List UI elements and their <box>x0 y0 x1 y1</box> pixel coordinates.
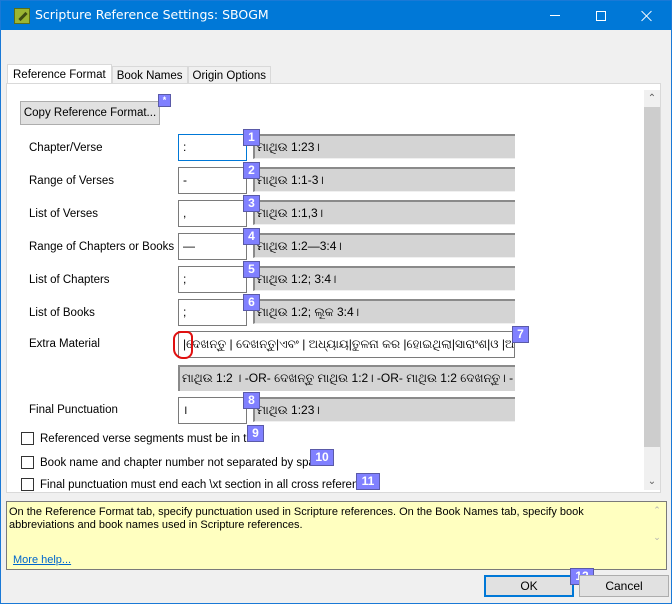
list-of-verses-label: List of Verses <box>29 208 99 220</box>
help-scrollbar[interactable]: ⌃ ⌄ <box>649 504 665 550</box>
annotation-badge: 7 <box>512 326 529 343</box>
list-of-chapters-label: List of Chapters <box>29 274 110 286</box>
close-button[interactable] <box>624 1 670 30</box>
maximize-icon <box>596 10 606 21</box>
window-title: Scripture Reference Settings: SBOGM <box>35 7 269 22</box>
no-space-checkbox-row[interactable]: Book name and chapter number not separat… <box>21 456 327 469</box>
copy-reference-format-button[interactable]: Copy Reference Format... <box>20 101 160 125</box>
annotation-badge: 6 <box>243 294 260 311</box>
annotation-badge: 2 <box>243 162 260 179</box>
final-punct-xt-checkbox[interactable] <box>21 478 34 491</box>
chapter-verse-preview: ମାଥିଉ 1:23। <box>253 134 515 159</box>
verse-segments-label: Referenced verse segments must be in tex… <box>40 432 262 445</box>
chapter-verse-label: Chapter/Verse <box>29 142 103 154</box>
title-bar: Scripture Reference Settings: SBOGM <box>1 1 671 30</box>
scroll-down-icon[interactable]: ⌄ <box>644 473 660 490</box>
list-of-verses-input[interactable]: , <box>178 200 247 227</box>
final-punctuation-label: Final Punctuation <box>29 404 118 416</box>
scroll-up-icon[interactable]: ⌃ <box>649 504 665 517</box>
range-of-verses-preview: ମାଥିଉ 1:1-3। <box>253 167 515 192</box>
final-punct-xt-label: Final punctuation must end each \xt sect… <box>40 478 377 491</box>
annotation-badge: 3 <box>243 195 260 212</box>
annotation-badge: 5 <box>243 261 260 278</box>
extra-material-preview: ମାଥିଉ 1:2 । -OR- ଦେଖନ୍ତୁ ମାଥିଉ 1:2। -OR-… <box>178 365 515 391</box>
annotation-badge: 1 <box>243 129 260 146</box>
list-of-verses-preview: ମାଥିଉ 1:1,3। <box>253 200 515 225</box>
scroll-down-icon[interactable]: ⌄ <box>649 531 665 544</box>
cancel-button[interactable]: Cancel <box>579 575 669 597</box>
range-of-chapters-input[interactable]: — <box>178 233 247 260</box>
dialog-window: Scripture Reference Settings: SBOGM Refe… <box>0 0 672 604</box>
range-of-verses-label: Range of Verses <box>29 175 115 187</box>
final-punctuation-input[interactable]: । <box>178 397 247 424</box>
minimize-icon <box>550 15 560 16</box>
panel-scrollbar[interactable]: ⌃ ⌄ <box>644 90 660 490</box>
extra-material-input[interactable]: |ଦେଖନ୍ତୁ | ଦେଖନ୍ତୁ|ଏବଂ | ଅଧ୍ୟାୟ|ତୁଳନା କର… <box>178 331 515 358</box>
help-text: On the Reference Format tab, specify pun… <box>9 506 584 531</box>
help-pane: On the Reference Format tab, specify pun… <box>6 501 667 570</box>
verse-segments-checkbox-row[interactable]: Referenced verse segments must be in tex… <box>21 432 262 445</box>
annotation-badge: 8 <box>243 392 260 409</box>
list-of-books-preview: ମାଥିଉ 1:2; ଲୂକ 3:4। <box>253 299 515 324</box>
close-icon <box>641 10 653 22</box>
range-of-verses-input[interactable]: - <box>178 167 247 194</box>
scroll-up-icon[interactable]: ⌃ <box>644 90 660 107</box>
annotation-badge: 11 <box>356 473 380 490</box>
ok-button[interactable]: OK <box>484 575 574 597</box>
more-help-link[interactable]: More help... <box>13 554 71 567</box>
no-space-checkbox[interactable] <box>21 456 34 469</box>
range-of-chapters-label: Range of Chapters or Books <box>29 241 175 253</box>
final-punctuation-preview: ମାଥିଉ 1:23। <box>253 397 515 422</box>
final-punct-xt-checkbox-row[interactable]: Final punctuation must end each \xt sect… <box>21 478 376 491</box>
range-of-chapters-preview: ମାଥିଉ 1:2—3:4। <box>253 233 515 258</box>
list-of-books-input[interactable]: ; <box>178 299 247 326</box>
extra-material-label: Extra Material <box>29 338 100 350</box>
list-of-chapters-input[interactable]: ; <box>178 266 247 293</box>
verse-segments-checkbox[interactable] <box>21 432 34 445</box>
list-of-books-label: List of Books <box>29 307 95 319</box>
list-of-chapters-preview: ମାଥିଉ 1:2; 3:4। <box>253 266 515 291</box>
annotation-badge: 10 <box>310 449 334 466</box>
annotation-badge: 4 <box>243 228 260 245</box>
paratext-icon <box>14 8 30 24</box>
maximize-button[interactable] <box>578 1 624 30</box>
chapter-verse-input[interactable]: : <box>178 134 247 161</box>
annotation-badge: 9 <box>247 425 264 442</box>
annotation-badge: * <box>158 94 171 107</box>
tab-strip: Reference Format Book Names Origin Optio… <box>7 64 272 86</box>
scroll-thumb[interactable] <box>644 107 660 447</box>
no-space-label: Book name and chapter number not separat… <box>40 456 328 469</box>
minimize-button[interactable] <box>532 1 578 30</box>
